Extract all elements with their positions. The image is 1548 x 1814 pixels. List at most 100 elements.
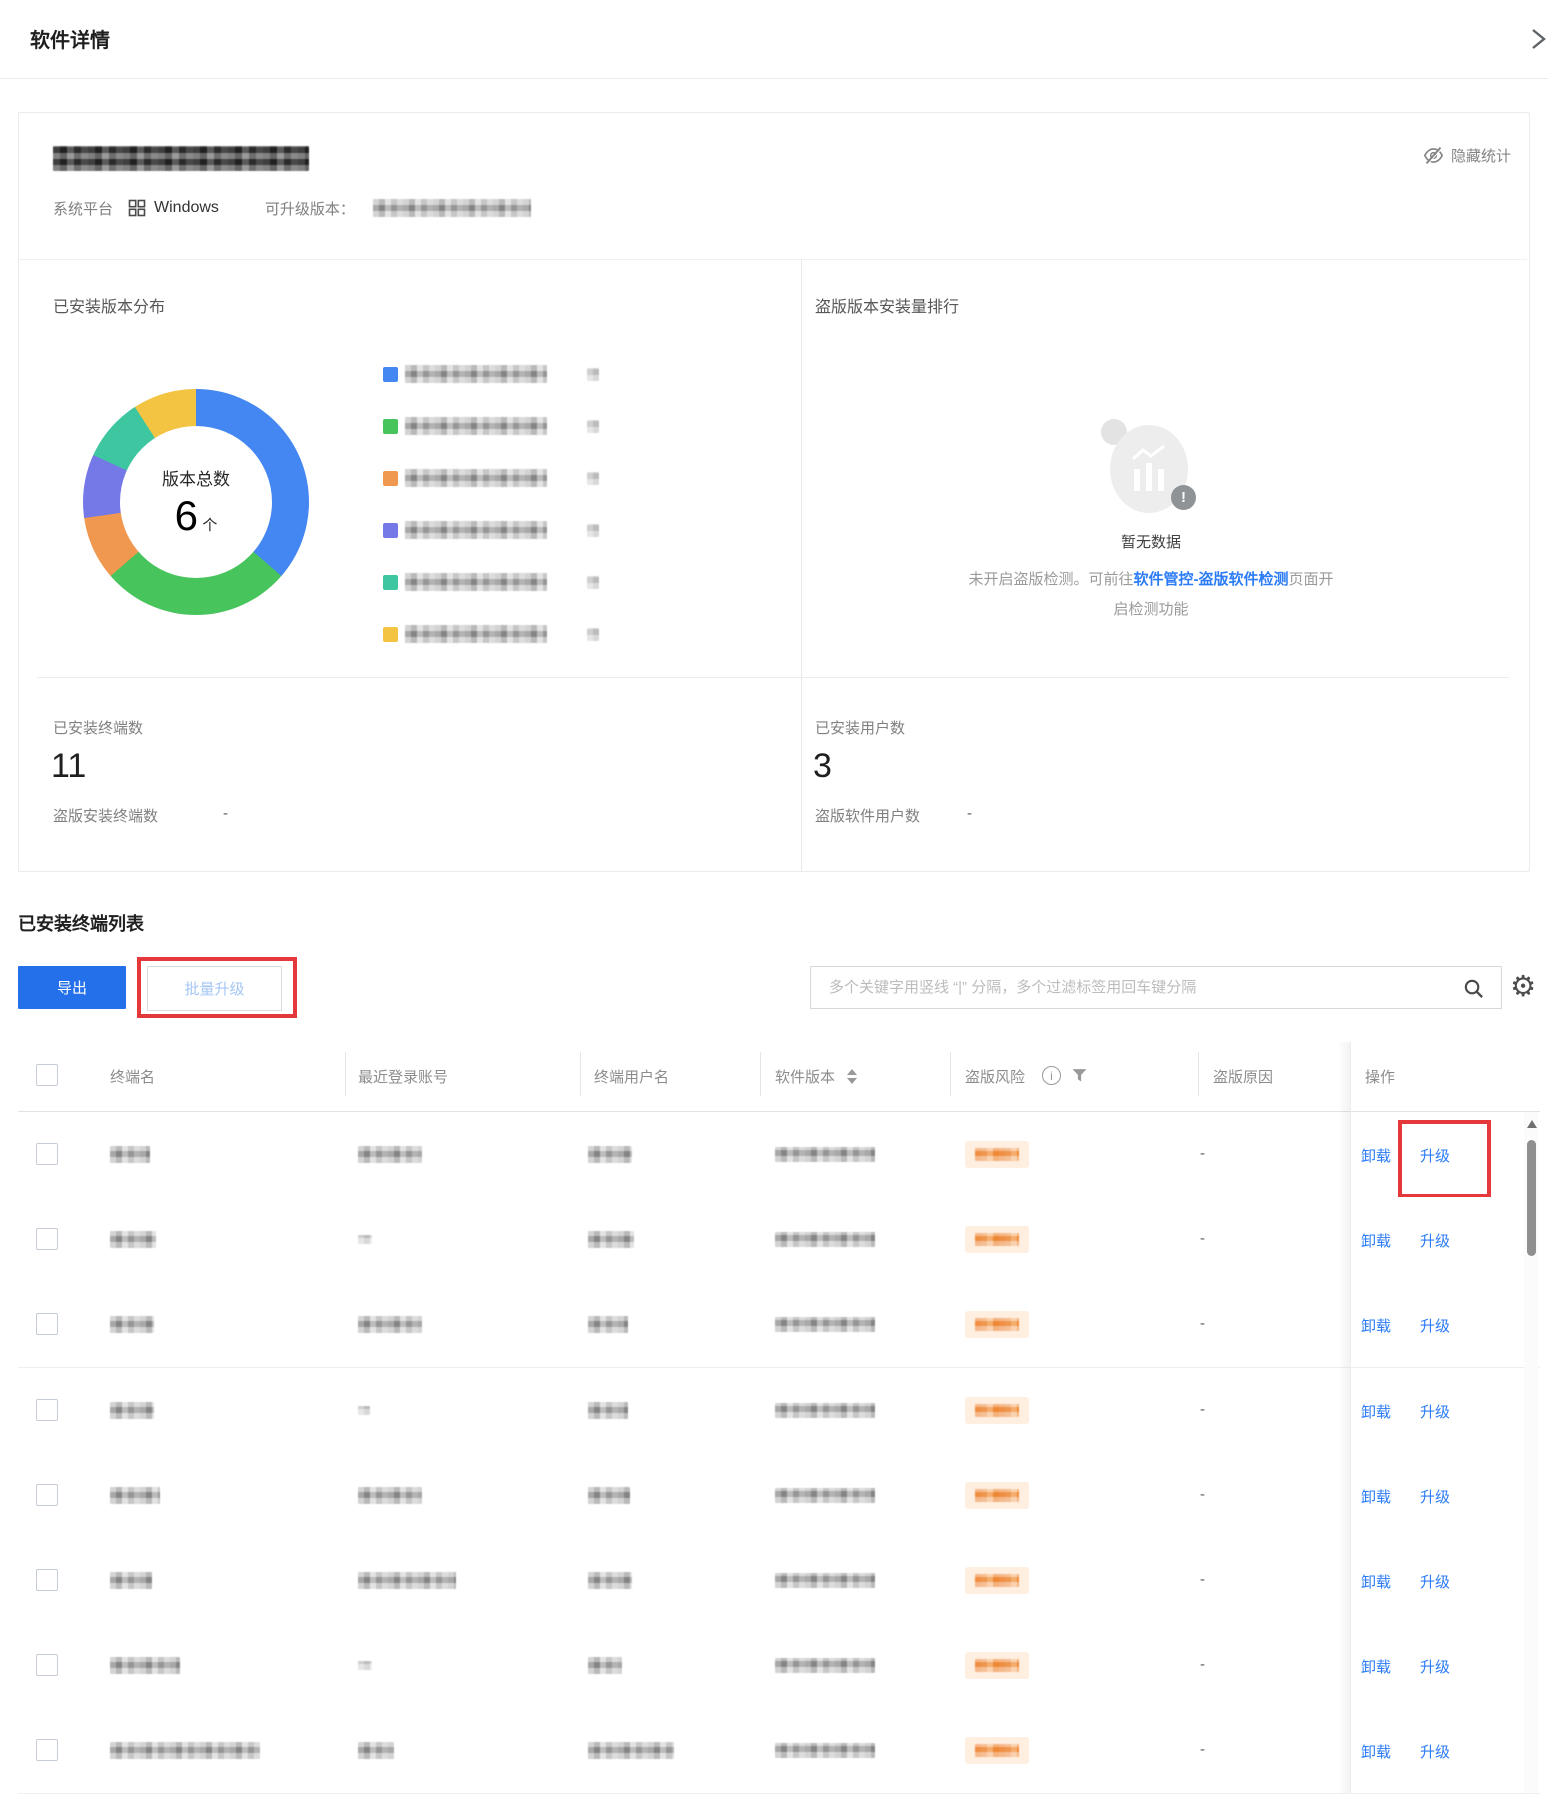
login-account-censored (358, 1406, 370, 1415)
hide-stats-label: 隐藏统计 (1451, 145, 1511, 166)
scrollbar-up-arrow[interactable] (1527, 1120, 1537, 1128)
installed-terminals-label: 已安装终端数 (53, 717, 143, 738)
platform-value: Windows (154, 199, 219, 217)
software-name-censored (53, 146, 309, 171)
software-version-censored (775, 1658, 875, 1673)
terminal-user-censored (588, 1231, 634, 1248)
piracy-reason-value: - (1200, 1145, 1205, 1162)
terminal-name-censored (110, 1316, 154, 1333)
piracy-reason-value: - (1200, 1230, 1205, 1247)
piracy-risk-badge (965, 1652, 1029, 1679)
legend-version-censored (405, 573, 547, 591)
terminal-name-censored (110, 1402, 154, 1419)
upgrade-link[interactable]: 升级 (1420, 1656, 1450, 1677)
hide-stats-button[interactable]: 隐藏统计 (1423, 145, 1511, 166)
select-all-checkbox[interactable] (36, 1064, 58, 1086)
chevron-right-icon[interactable] (1530, 27, 1548, 51)
search-icon[interactable] (1462, 977, 1485, 1000)
col-piracy-risk: 盗版风险 (965, 1066, 1025, 1087)
pirate-rank-title: 盗版版本安装量排行 (815, 293, 959, 317)
pirated-terminals-value: - (223, 805, 228, 822)
uninstall-link[interactable]: 卸载 (1361, 1741, 1391, 1762)
search-input[interactable] (827, 967, 1451, 1008)
table-row[interactable]: - 卸载 升级 (18, 1368, 1540, 1454)
legend-count-censored (587, 420, 599, 433)
table-row[interactable]: - 卸载 升级 (18, 1453, 1540, 1539)
table-row[interactable]: - 卸载 升级 (18, 1112, 1540, 1198)
upgrade-link[interactable]: 升级 (1420, 1145, 1450, 1166)
row-checkbox[interactable] (36, 1569, 58, 1591)
piracy-risk-badge (965, 1141, 1029, 1168)
table-row[interactable]: - 卸载 升级 (18, 1708, 1540, 1794)
table-row[interactable]: - 卸载 升级 (18, 1282, 1540, 1368)
sort-icon[interactable] (847, 1069, 857, 1084)
uninstall-link[interactable]: 卸载 (1361, 1230, 1391, 1251)
pirate-detect-link[interactable]: 软件管控-盗版软件检测 (1134, 571, 1289, 588)
filter-funnel-icon[interactable] (1072, 1068, 1087, 1083)
batch-upgrade-button[interactable]: 批量升级 (147, 966, 282, 1011)
upgrade-link[interactable]: 升级 (1420, 1571, 1450, 1592)
software-version-censored (775, 1573, 875, 1588)
terminal-list-title: 已安装终端列表 (18, 910, 144, 936)
row-checkbox[interactable] (36, 1484, 58, 1506)
uninstall-link[interactable]: 卸载 (1361, 1571, 1391, 1592)
upgrade-link[interactable]: 升级 (1420, 1315, 1450, 1336)
row-checkbox[interactable] (36, 1143, 58, 1165)
software-version-censored (775, 1488, 875, 1503)
legend-color-swatch (383, 471, 398, 486)
row-checkbox[interactable] (36, 1399, 58, 1421)
row-checkbox[interactable] (36, 1228, 58, 1250)
table-row[interactable]: - 卸载 升级 (18, 1623, 1540, 1709)
legend-version-censored (405, 625, 547, 643)
uninstall-link[interactable]: 卸载 (1361, 1656, 1391, 1677)
info-icon[interactable]: i (1042, 1066, 1061, 1085)
upgrade-link[interactable]: 升级 (1420, 1230, 1450, 1251)
col-last-login-account: 最近登录账号 (358, 1066, 448, 1087)
login-account-censored (358, 1146, 422, 1163)
table-scrollbar-thumb[interactable] (1527, 1140, 1536, 1256)
legend-count-censored (587, 524, 599, 537)
row-checkbox[interactable] (36, 1739, 58, 1761)
platform-label: 系统平台 (53, 198, 113, 219)
row-checkbox[interactable] (36, 1313, 58, 1335)
uninstall-link[interactable]: 卸载 (1361, 1315, 1391, 1336)
piracy-risk-badge (965, 1311, 1029, 1338)
upgrade-link[interactable]: 升级 (1420, 1486, 1450, 1507)
overview-card: 隐藏统计 系统平台 Windows 可升级版本： 已安装版本分布 版本总数 (18, 112, 1530, 872)
piracy-risk-badge (965, 1567, 1029, 1594)
terminal-user-censored (588, 1146, 632, 1163)
login-account-censored (358, 1487, 422, 1504)
upgrade-link[interactable]: 升级 (1420, 1401, 1450, 1422)
eye-off-icon (1423, 145, 1444, 166)
piracy-risk-badge (965, 1482, 1029, 1509)
legend-version-censored (405, 417, 547, 435)
terminal-user-censored (588, 1572, 632, 1589)
version-donut-chart: 版本总数 6 个 (83, 389, 309, 615)
export-button[interactable]: 导出 (18, 966, 126, 1009)
terminal-name-censored (110, 1487, 160, 1504)
uninstall-link[interactable]: 卸载 (1361, 1486, 1391, 1507)
table-row[interactable]: - 卸载 升级 (18, 1197, 1540, 1283)
legend-count-censored (587, 368, 599, 381)
legend-version-censored (405, 469, 547, 487)
piracy-reason-value: - (1200, 1486, 1205, 1503)
piracy-reason-value: - (1200, 1656, 1205, 1673)
row-checkbox[interactable] (36, 1654, 58, 1676)
table-row[interactable]: - 卸载 升级 (18, 1538, 1540, 1624)
pirated-users-value: - (967, 805, 972, 822)
page-title: 软件详情 (30, 24, 110, 53)
legend-color-swatch (383, 523, 398, 538)
software-version-censored (775, 1232, 875, 1247)
exclamation-badge-icon: ! (1171, 485, 1196, 510)
upgrade-link[interactable]: 升级 (1420, 1741, 1450, 1762)
legend-color-swatch (383, 575, 398, 590)
piracy-reason-value: - (1200, 1741, 1205, 1758)
uninstall-link[interactable]: 卸载 (1361, 1401, 1391, 1422)
column-settings-gear-icon[interactable]: ⚙ (1510, 968, 1536, 1006)
version-dist-title: 已安装版本分布 (53, 293, 165, 317)
uninstall-link[interactable]: 卸载 (1361, 1145, 1391, 1166)
terminal-name-censored (110, 1657, 180, 1674)
terminal-user-censored (588, 1657, 622, 1674)
donut-center-label: 版本总数 (162, 465, 230, 490)
terminal-name-censored (110, 1572, 152, 1589)
